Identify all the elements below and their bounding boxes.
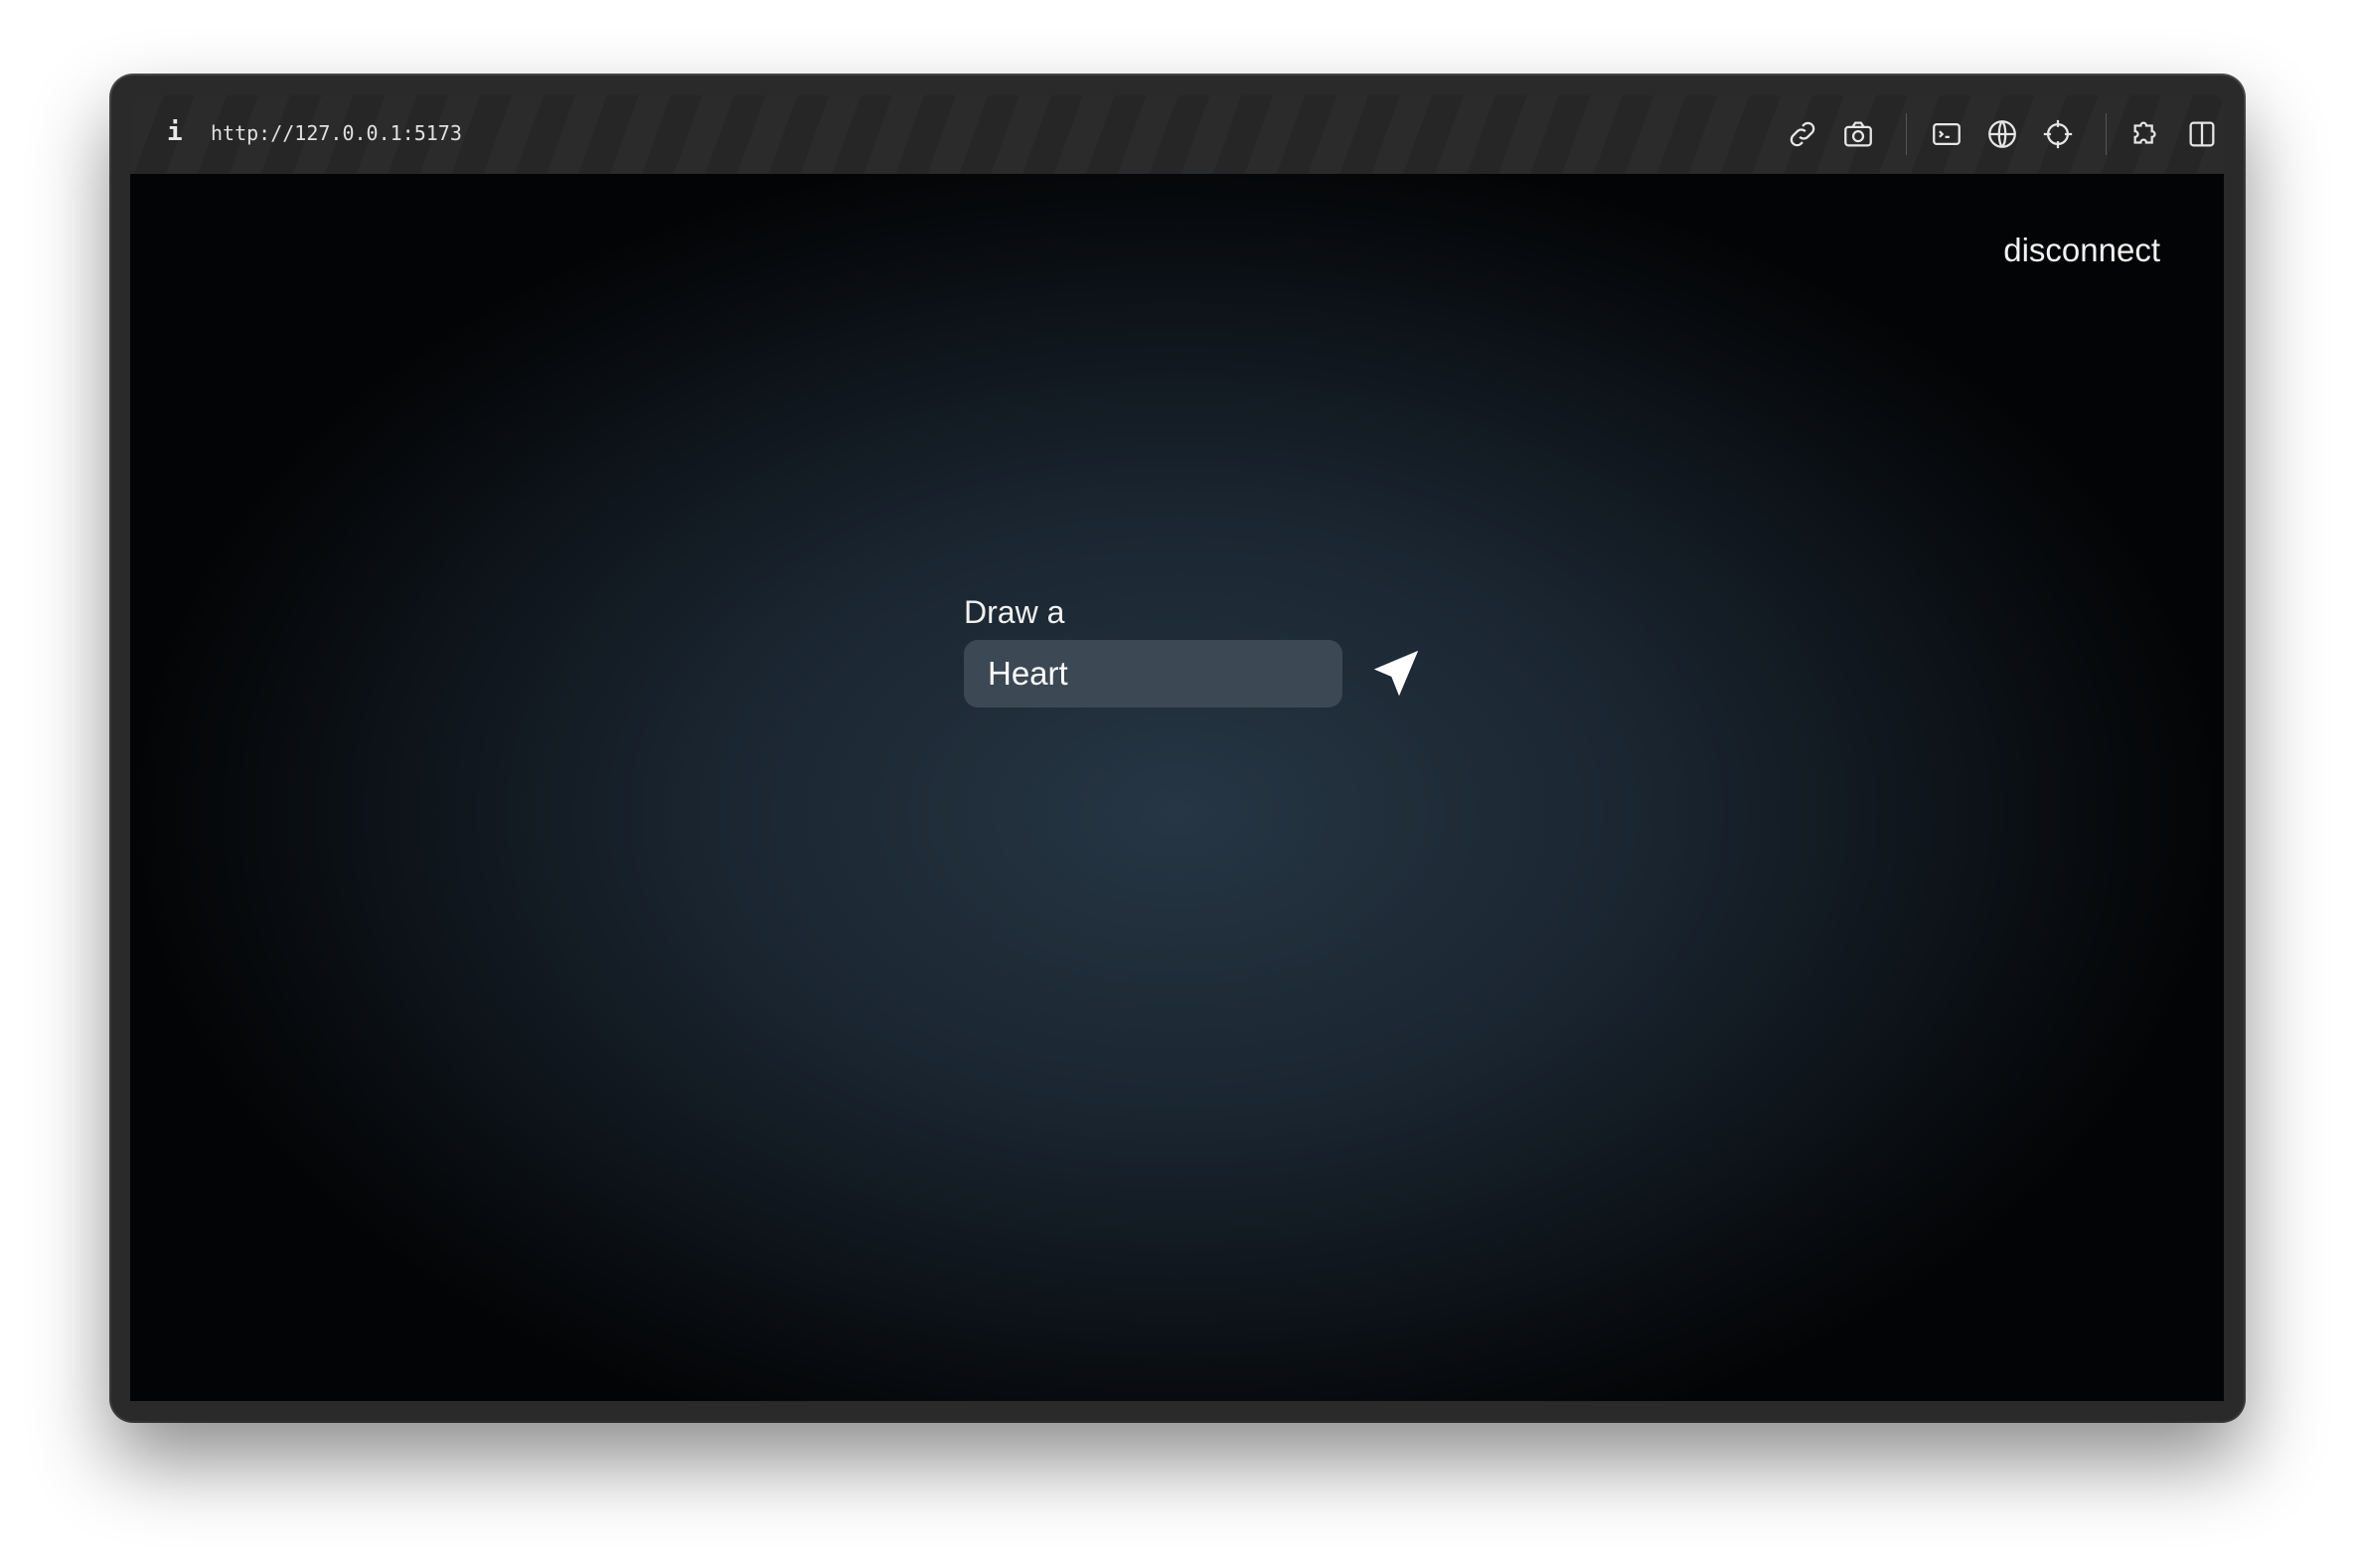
puzzle-icon[interactable]: [2129, 117, 2163, 151]
url-bar[interactable]: http://127.0.0.1:5173: [211, 121, 462, 145]
crosshair-icon[interactable]: [2041, 117, 2075, 151]
camera-icon[interactable]: [1841, 117, 1875, 151]
browser-window: i http://127.0.0.1:5173 disconnect Draw …: [111, 76, 2244, 1421]
browser-toolbar: i http://127.0.0.1:5173: [131, 95, 2224, 174]
toolbar-divider: [1906, 113, 1907, 155]
prompt-input[interactable]: [964, 640, 1342, 707]
prompt-label: Draw a: [964, 594, 1065, 630]
info-icon[interactable]: i: [167, 117, 183, 147]
paper-plane-icon[interactable]: [1368, 645, 1424, 701]
page-content: disconnect Draw a: [130, 174, 2224, 1401]
globe-icon[interactable]: [1985, 117, 2019, 151]
disconnect-button[interactable]: disconnect: [2003, 232, 2160, 269]
toolbar-divider: [2106, 113, 2107, 155]
terminal-icon[interactable]: [1930, 117, 1963, 151]
sidebar-icon[interactable]: [2185, 117, 2219, 151]
link-icon[interactable]: [1786, 117, 1819, 151]
